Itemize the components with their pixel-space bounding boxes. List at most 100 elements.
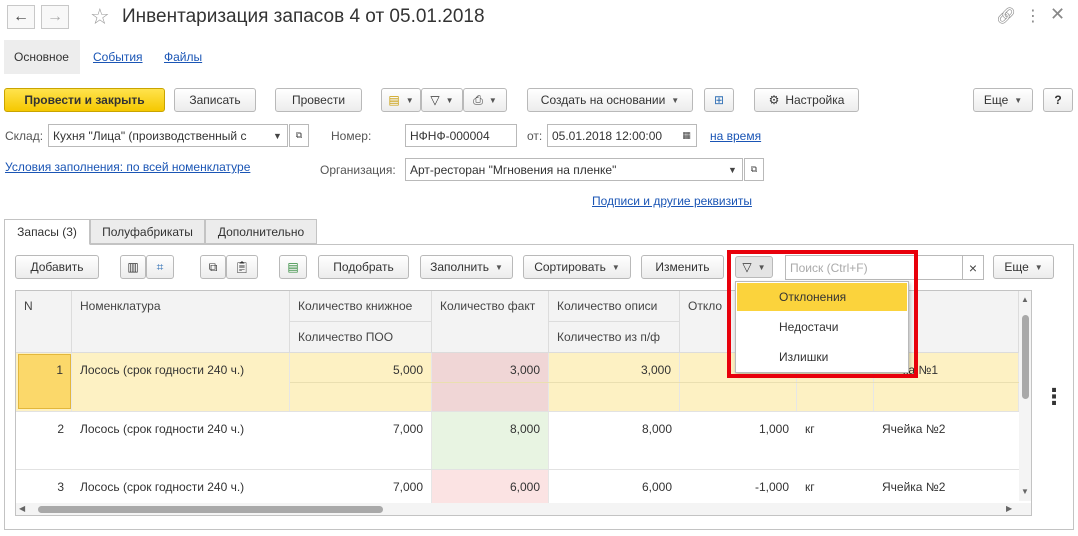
- table-row-1-n: 1: [16, 353, 72, 411]
- chevron-down-icon: ▼: [728, 164, 737, 175]
- vertical-scroll-thumb[interactable]: [1022, 315, 1029, 399]
- table-row-2-deviation[interactable]: 1,000: [680, 412, 797, 469]
- scanner-button[interactable]: ⌗: [146, 255, 174, 279]
- fill-button[interactable]: Заполнить ▼: [420, 255, 513, 279]
- warehouse-label: Склад:: [5, 129, 44, 143]
- col-header-n[interactable]: N: [16, 291, 72, 353]
- favorite-star-icon[interactable]: ☆: [90, 4, 110, 30]
- scroll-up-icon[interactable]: ▲: [1021, 295, 1029, 304]
- settings-label: Настройка: [785, 93, 845, 107]
- organization-label: Организация:: [320, 163, 396, 177]
- add-row-button[interactable]: Добавить: [15, 255, 99, 279]
- spreadsheet-icon: ▤: [287, 260, 299, 274]
- organization-dropdown-button[interactable]: ▼: [723, 158, 743, 181]
- scanner-icon: ⌗: [156, 259, 164, 274]
- chevron-down-icon: ▼: [611, 262, 620, 272]
- tab-events[interactable]: События: [83, 40, 153, 74]
- chevron-down-icon: ▼: [488, 95, 497, 105]
- pick-button[interactable]: Подобрать: [318, 255, 409, 279]
- more-label: Еще: [983, 93, 1009, 107]
- table-row-2-name[interactable]: Лосось (срок годности 240 ч.): [72, 412, 290, 469]
- table-row-2-unit[interactable]: кг: [797, 412, 874, 469]
- col-header-from-semi-qty[interactable]: Количество из п/ф: [549, 322, 680, 353]
- open-window-icon: ⧉: [750, 164, 758, 174]
- close-icon[interactable]: ✕: [1050, 4, 1065, 25]
- table-row-2-book[interactable]: 7,000: [290, 412, 432, 469]
- sort-label: Сортировать: [534, 260, 606, 274]
- row-separator: [290, 382, 1019, 383]
- col-header-inventory-qty[interactable]: Количество описи: [549, 291, 680, 322]
- horizontal-scroll-thumb[interactable]: [38, 506, 383, 513]
- vertical-scrollbar[interactable]: ▲ ▼: [1019, 291, 1031, 501]
- number-label: Номер:: [331, 129, 372, 143]
- on-time-link[interactable]: на время: [710, 129, 761, 143]
- scroll-down-icon[interactable]: ▼: [1021, 487, 1029, 496]
- table-row-1-name[interactable]: Лосось (срок годности 240 ч.): [72, 353, 290, 411]
- highlight-frame: [727, 250, 918, 378]
- report-button[interactable]: ▤ ▼: [381, 88, 421, 112]
- table-row-2-inventory[interactable]: 8,000: [549, 412, 680, 469]
- more-button[interactable]: Еще ▼: [973, 88, 1033, 112]
- filter-button[interactable]: ▽ ▼: [421, 88, 463, 112]
- table-row-2-fact[interactable]: 8,000: [432, 412, 549, 469]
- more-vertical-icon[interactable]: ⋮: [1025, 6, 1041, 26]
- tab-semi-finished[interactable]: Полуфабрикаты: [90, 219, 205, 244]
- structure-button[interactable]: ⊞: [704, 88, 734, 112]
- organization-open-button[interactable]: ⧉: [744, 158, 764, 181]
- settings-button[interactable]: ⚙ Настройка: [754, 88, 859, 112]
- copy-button[interactable]: ⧉: [200, 255, 226, 279]
- warehouse-open-button[interactable]: ⧉: [289, 124, 309, 147]
- open-window-icon: ⧉: [295, 130, 303, 140]
- create-based-on-button[interactable]: Создать на основании ▼: [527, 88, 693, 112]
- tab-additional-label: Дополнительно: [217, 224, 305, 239]
- link-icon[interactable]: 🔗︎: [996, 6, 1016, 26]
- chevron-down-icon: ▼: [273, 130, 282, 141]
- tab-events-label: События: [93, 50, 143, 64]
- chevron-down-icon: ▼: [405, 95, 414, 105]
- side-more-icon[interactable]: ⋮: [1043, 386, 1065, 408]
- tab-main[interactable]: Основное: [4, 40, 80, 74]
- paste-button[interactable]: 📋︎: [226, 255, 258, 279]
- sort-button[interactable]: Сортировать ▼: [523, 255, 631, 279]
- date-label: от:: [527, 129, 543, 143]
- warehouse-dropdown-button[interactable]: ▼: [268, 124, 288, 147]
- page-title: Инвентаризация запасов 4 от 05.01.2018: [122, 6, 485, 27]
- col-header-nomenclature[interactable]: Номенклатура: [72, 291, 290, 353]
- scroll-left-icon[interactable]: ◀: [19, 504, 25, 513]
- tab-stocks[interactable]: Запасы (3): [4, 219, 90, 245]
- save-button[interactable]: Записать: [174, 88, 256, 112]
- fill-conditions-link[interactable]: Условия заполнения: по всей номенклатуре: [5, 160, 250, 174]
- print-button[interactable]: ⎙ ▼: [463, 88, 507, 112]
- post-button[interactable]: Провести: [275, 88, 362, 112]
- calendar-button[interactable]: ▦: [677, 124, 697, 147]
- chevron-down-icon: ▼: [1014, 95, 1023, 105]
- table-row-2-cell[interactable]: Ячейка №2: [874, 412, 1019, 469]
- table-more-button[interactable]: Еще ▼: [993, 255, 1054, 279]
- change-button[interactable]: Изменить: [641, 255, 724, 279]
- post-and-close-button[interactable]: Провести и закрыть: [4, 88, 165, 112]
- tab-semi-finished-label: Полуфабрикаты: [102, 224, 193, 239]
- scroll-right-icon[interactable]: ▶: [1006, 504, 1012, 513]
- col-header-fact-qty[interactable]: Количество факт: [432, 291, 549, 353]
- tab-files[interactable]: Файлы: [154, 40, 212, 74]
- tab-additional[interactable]: Дополнительно: [205, 219, 317, 244]
- col-header-book-qty[interactable]: Количество книжное: [290, 291, 432, 322]
- search-clear-button[interactable]: ×: [962, 255, 984, 280]
- tab-main-label: Основное: [14, 50, 69, 64]
- chevron-down-icon: ▼: [671, 95, 680, 105]
- help-button[interactable]: ?: [1043, 88, 1073, 112]
- organization-field[interactable]: Арт-ресторан "Мгновения на пленке": [405, 158, 724, 181]
- forward-button[interactable]: →: [41, 5, 69, 29]
- sheet-button[interactable]: ▤: [279, 255, 307, 279]
- date-field[interactable]: 05.01.2018 12:00:00: [547, 124, 678, 147]
- col-header-poo-qty[interactable]: Количество ПОО: [290, 322, 432, 353]
- back-button[interactable]: ←: [7, 5, 35, 29]
- barcode-button[interactable]: ▥: [120, 255, 146, 279]
- number-field[interactable]: НФНФ-000004: [405, 124, 517, 147]
- horizontal-scrollbar[interactable]: ◀ ▶: [16, 503, 1031, 515]
- tab-files-label: Файлы: [164, 50, 203, 64]
- warehouse-field[interactable]: Кухня "Лица" (производственный с: [48, 124, 269, 147]
- chevron-down-icon: ▼: [495, 262, 503, 272]
- report-icon: ▤: [388, 93, 400, 107]
- signatures-link[interactable]: Подписи и другие реквизиты: [592, 194, 752, 208]
